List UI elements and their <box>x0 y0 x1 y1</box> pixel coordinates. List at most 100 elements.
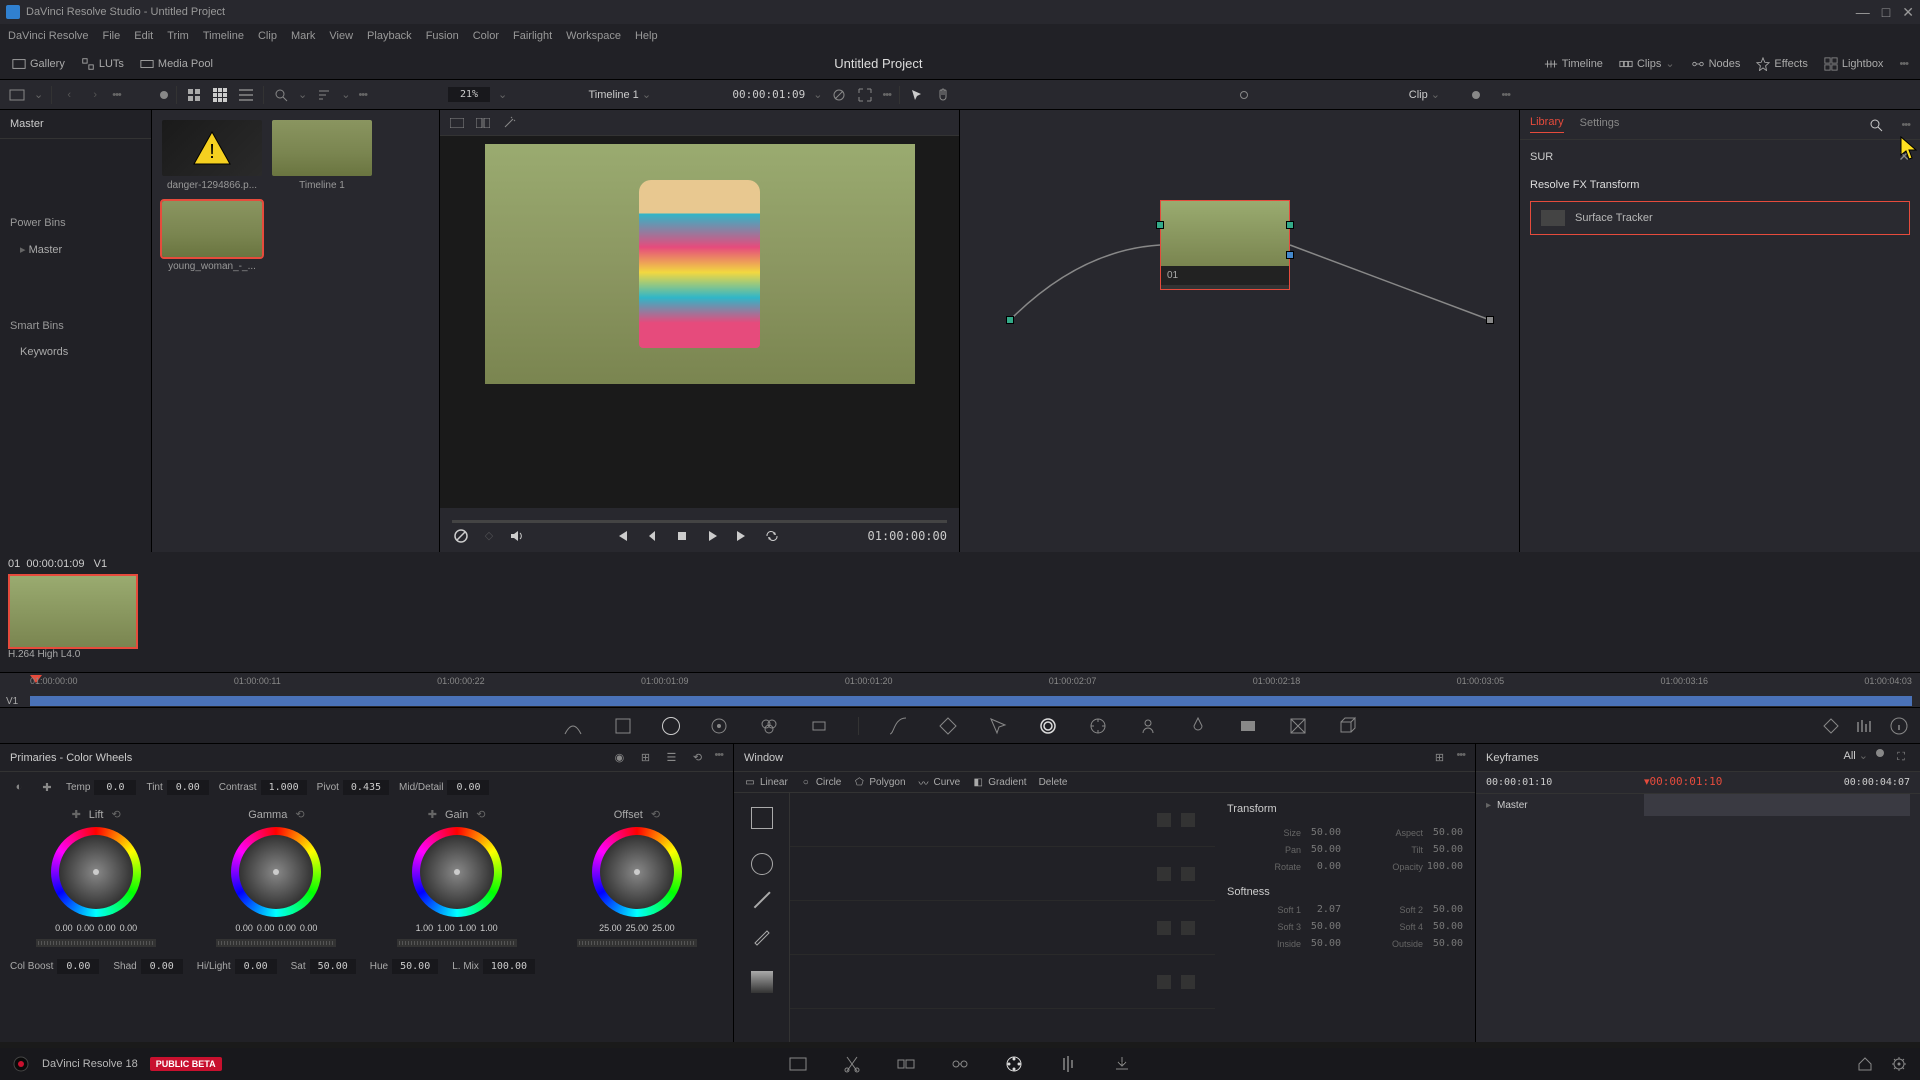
tool-curve[interactable]: 〰Curve <box>918 776 961 788</box>
color-warper-icon[interactable] <box>937 715 959 737</box>
lift-reset-icon[interactable]: ⟲ <box>111 808 120 821</box>
colboost-value[interactable]: 0.00 <box>57 959 99 974</box>
gain-wheel[interactable] <box>412 827 502 917</box>
nav-fwd-button[interactable]: › <box>86 86 104 104</box>
thumb-view-icon[interactable] <box>185 86 203 104</box>
window-palette-icon[interactable] <box>1037 715 1059 737</box>
grid-view-icon[interactable] <box>211 86 229 104</box>
minimize-button[interactable]: — <box>1856 4 1870 21</box>
hand-tool-icon[interactable] <box>934 86 952 104</box>
tilt-value[interactable]: 50.00 <box>1427 844 1463 855</box>
menu-color[interactable]: Color <box>473 30 499 42</box>
go-last-icon[interactable] <box>733 527 751 545</box>
soft4-value[interactable]: 50.00 <box>1427 921 1463 932</box>
media-pool-overflow[interactable]: ••• <box>358 89 367 101</box>
gain-picker-icon[interactable]: ✚ <box>428 808 437 821</box>
shape-invert-toggle[interactable] <box>1157 813 1171 827</box>
viewer-wand-icon[interactable] <box>500 114 518 132</box>
sizing-palette-icon[interactable] <box>1287 715 1309 737</box>
aspect-value[interactable]: 50.00 <box>1427 827 1463 838</box>
play-icon[interactable] <box>703 527 721 545</box>
menu-workspace[interactable]: Workspace <box>566 30 621 42</box>
media-path-overflow[interactable]: ••• <box>112 89 121 101</box>
primaries-reset-icon[interactable]: ⟲ <box>688 749 706 767</box>
search-chevron[interactable]: ⌄ <box>298 88 307 101</box>
search-icon[interactable] <box>272 86 290 104</box>
menu-playback[interactable]: Playback <box>367 30 412 42</box>
kf-expand-icon[interactable]: ⛶ <box>1892 749 1910 767</box>
clips-toggle[interactable]: Clips ⌄ <box>1619 57 1675 71</box>
shape-gradient[interactable] <box>751 971 773 993</box>
lmix-value[interactable]: 100.00 <box>483 959 535 974</box>
media-layout-button[interactable] <box>8 86 26 104</box>
tool-circle[interactable]: ○Circle <box>800 776 842 788</box>
viewer-timecode[interactable]: 00:00:01:09 <box>732 88 805 101</box>
menu-file[interactable]: File <box>103 30 121 42</box>
node-graph[interactable]: 01 <box>960 110 1520 552</box>
node-alpha-port[interactable] <box>1286 251 1294 259</box>
shape-invert-toggle[interactable] <box>1157 867 1171 881</box>
loop-icon[interactable] <box>763 527 781 545</box>
kf-ruler[interactable]: 00:00:01:10 ▾00:00:01:10 00:00:04:07 <box>1476 772 1920 794</box>
gallery-toggle[interactable]: Gallery <box>12 57 65 71</box>
blur-palette-icon[interactable] <box>1187 715 1209 737</box>
node-output-dot[interactable] <box>1486 316 1494 324</box>
primaries-overflow[interactable]: ••• <box>714 749 723 767</box>
luts-toggle[interactable]: LUTs <box>81 57 124 71</box>
sidebar-item-master[interactable]: ▸ Master <box>0 237 151 262</box>
tab-settings[interactable]: Settings <box>1580 117 1620 133</box>
list-view-icon[interactable] <box>237 86 255 104</box>
kf-track[interactable] <box>1644 794 1910 816</box>
stop-icon[interactable] <box>673 527 691 545</box>
menu-timeline[interactable]: Timeline <box>203 30 244 42</box>
effects-toggle[interactable]: Effects <box>1756 57 1807 71</box>
shape-curve[interactable] <box>753 891 770 908</box>
shape-mask-toggle[interactable] <box>1181 921 1195 935</box>
viewer-canvas[interactable] <box>440 136 959 508</box>
page-cut-icon[interactable] <box>840 1052 864 1076</box>
close-button[interactable]: ✕ <box>1902 4 1914 21</box>
scopes-icon[interactable] <box>1854 715 1876 737</box>
menu-fusion[interactable]: Fusion <box>426 30 459 42</box>
maximize-button[interactable]: □ <box>1882 4 1890 21</box>
offset-jog[interactable] <box>577 939 697 947</box>
keyframes-filter[interactable]: All ⌄ <box>1843 749 1868 767</box>
soft3-value[interactable]: 50.00 <box>1305 921 1341 932</box>
step-back-icon[interactable] <box>643 527 661 545</box>
lift-jog[interactable] <box>36 939 156 947</box>
keyframe-mode-icon[interactable] <box>1820 715 1842 737</box>
tool-gradient[interactable]: ◧Gradient <box>972 776 1026 788</box>
shape-mask-toggle[interactable] <box>1181 867 1195 881</box>
timeline-toggle[interactable]: Timeline <box>1544 57 1603 71</box>
shape-mask-toggle[interactable] <box>1181 975 1195 989</box>
shape-invert-toggle[interactable] <box>1157 975 1171 989</box>
page-deliver-icon[interactable] <box>1110 1052 1134 1076</box>
node-out-port[interactable] <box>1286 221 1294 229</box>
menu-edit[interactable]: Edit <box>134 30 153 42</box>
primaries-mode-2-icon[interactable]: ⊞ <box>636 749 654 767</box>
sidebar-smart-bins[interactable]: Smart Bins <box>0 312 151 340</box>
menu-davinci-resolve[interactable]: DaVinci Resolve <box>8 30 89 42</box>
bypass-icon[interactable] <box>830 86 848 104</box>
sidebar-master[interactable]: Master <box>0 110 151 139</box>
shape-invert-toggle[interactable] <box>1157 921 1171 935</box>
info-icon[interactable] <box>1888 715 1910 737</box>
viewer-overflow[interactable]: ••• <box>882 89 891 101</box>
inside-value[interactable]: 50.00 <box>1305 938 1341 949</box>
menu-trim[interactable]: Trim <box>167 30 189 42</box>
menu-help[interactable]: Help <box>635 30 658 42</box>
hilight-value[interactable]: 0.00 <box>235 959 277 974</box>
menu-mark[interactable]: Mark <box>291 30 315 42</box>
nav-back-button[interactable]: ‹ <box>60 86 78 104</box>
tool-linear[interactable]: ▭Linear <box>744 776 788 788</box>
awb-icon[interactable]: ✚ <box>38 778 56 796</box>
temp-value[interactable]: 0.0 <box>94 780 136 795</box>
node-input-dot[interactable] <box>1006 316 1014 324</box>
window-preset-icon[interactable]: ⊞ <box>1430 749 1448 767</box>
offset-wheel[interactable] <box>592 827 682 917</box>
tab-library[interactable]: Library <box>1530 116 1564 133</box>
node-01[interactable]: 01 <box>1160 200 1290 290</box>
viewer-mode-2-icon[interactable] <box>474 114 492 132</box>
menu-clip[interactable]: Clip <box>258 30 277 42</box>
shape-pen[interactable] <box>751 925 773 947</box>
